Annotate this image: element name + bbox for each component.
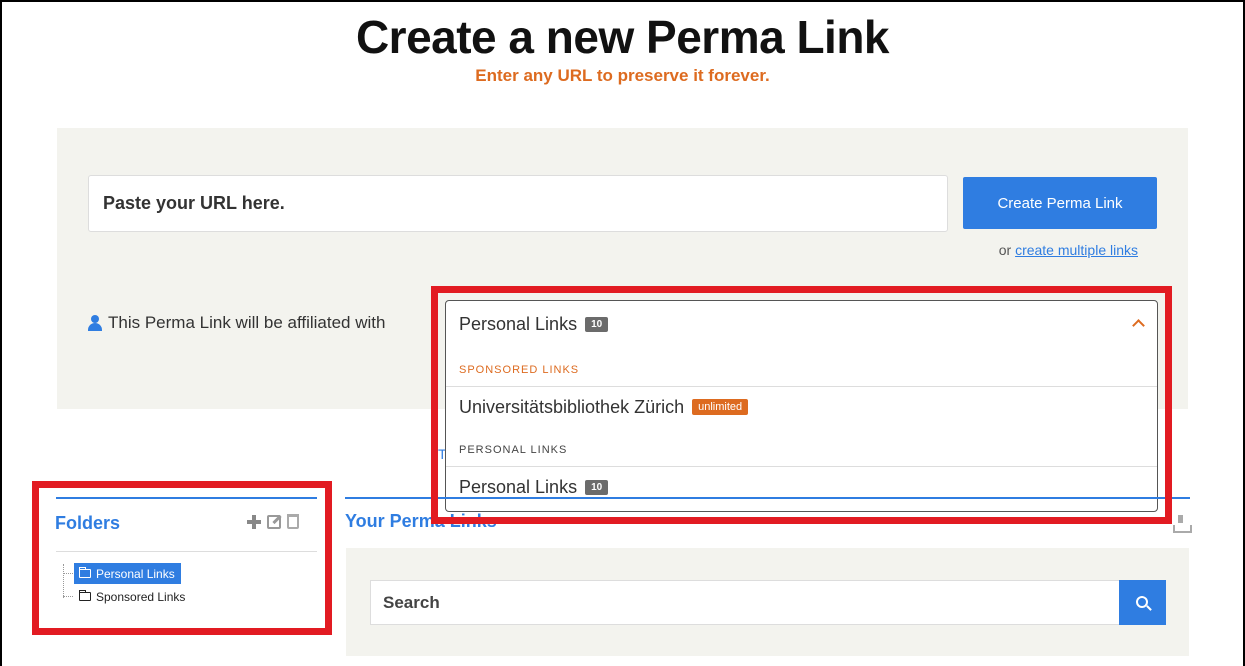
folder-icon	[79, 590, 91, 601]
folder-item-personal-links[interactable]: Personal Links	[74, 563, 181, 584]
folder-toolbar	[247, 514, 299, 529]
folder-tree: Personal Links Sponsored Links	[60, 560, 220, 605]
group-header-personal: PERSONAL LINKS	[446, 427, 1157, 467]
folder-label: Personal Links	[96, 566, 175, 581]
page-subtitle: Enter any URL to preserve it forever.	[475, 66, 770, 85]
trash-icon[interactable]	[287, 514, 299, 529]
affiliation-label: This Perma Link will be affiliated with	[88, 313, 385, 333]
multi-links-line: or create multiple links	[940, 242, 1138, 258]
personal-count-badge: 10	[585, 479, 609, 495]
dropdown-option-personal[interactable]: Personal Links 10	[446, 467, 1157, 507]
selected-label: Personal Links	[459, 313, 578, 334]
multi-links-prefix: or	[998, 242, 1012, 258]
selected-count-badge: 10	[585, 316, 609, 332]
dropdown-option-sponsored[interactable]: Universitätsbibliothek Zürich unlimited	[446, 387, 1157, 427]
folder-item-sponsored-links[interactable]: Sponsored Links	[74, 586, 191, 607]
plus-icon[interactable]	[247, 514, 261, 529]
option-label: Universitätsbibliothek Zürich	[459, 396, 685, 417]
search-icon	[1135, 595, 1148, 608]
tree-connector	[63, 573, 73, 574]
tree-connector	[63, 564, 64, 598]
download-icon[interactable]	[1173, 515, 1192, 533]
option-label: Personal Links	[459, 476, 578, 497]
create-perma-link-button[interactable]: Create Perma Link	[963, 177, 1157, 229]
search-input[interactable]: Search	[370, 580, 1120, 625]
dropdown-selected-value[interactable]: Personal Links 10	[446, 301, 1157, 347]
folders-top-rule	[56, 497, 317, 499]
url-input[interactable]: Paste your URL here.	[88, 175, 948, 232]
folders-heading: Folders	[55, 513, 121, 533]
links-top-rule	[345, 497, 1190, 499]
edit-icon[interactable]	[267, 514, 281, 529]
group-header-sponsored: SPONSORED LINKS	[446, 347, 1157, 387]
folders-divider	[56, 551, 317, 552]
affiliation-text: This Perma Link will be affiliated with	[108, 313, 386, 332]
unlimited-badge: unlimited	[692, 399, 749, 415]
page-title: Create a new Perma Link	[355, 11, 890, 63]
tree-connector	[63, 596, 73, 597]
your-links-heading: Your Perma Links	[345, 511, 497, 531]
folder-icon	[79, 567, 91, 578]
create-multiple-links-link[interactable]: create multiple links	[1015, 242, 1138, 258]
folder-label: Sponsored Links	[96, 589, 186, 604]
affiliation-dropdown[interactable]: Personal Links 10 SPONSORED LINKS Univer…	[445, 300, 1158, 512]
person-icon	[88, 315, 102, 331]
search-button[interactable]	[1119, 580, 1166, 625]
chevron-up-icon[interactable]	[1132, 319, 1145, 332]
